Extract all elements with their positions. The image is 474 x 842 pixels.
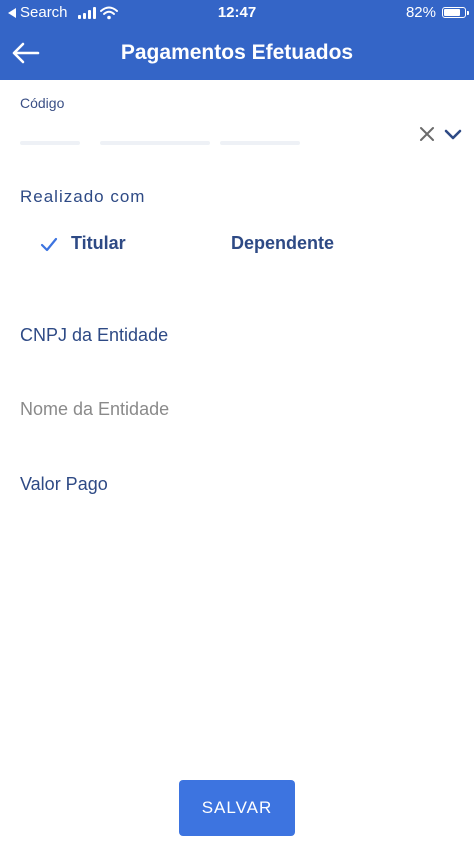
codigo-label: Código	[20, 95, 65, 111]
clear-button[interactable]	[416, 123, 438, 145]
option-dependente-label: Dependente	[231, 233, 335, 253]
battery-icon	[442, 7, 469, 18]
codigo-value-placeholder	[20, 141, 310, 147]
option-dependente[interactable]: Dependente	[231, 230, 371, 260]
realizado-com-label: Realizado com	[20, 187, 146, 206]
check-icon	[40, 237, 58, 252]
status-bar: Search 12:47 82%	[0, 0, 474, 26]
close-icon	[420, 127, 434, 141]
cnpj-input[interactable]	[20, 320, 454, 350]
codigo-select[interactable]	[0, 115, 474, 155]
page-title: Pagamentos Efetuados	[120, 41, 354, 64]
save-button[interactable]: SALVAR	[179, 780, 295, 836]
dropdown-button[interactable]	[441, 123, 465, 145]
chevron-down-icon	[444, 129, 462, 140]
valor-pago-input[interactable]	[20, 469, 454, 499]
status-battery: 82%	[405, 4, 469, 21]
option-titular-label: Titular	[71, 233, 126, 253]
app-bar: Pagamentos Efetuados	[0, 26, 474, 80]
status-time: 12:47	[217, 4, 257, 21]
battery-percent: 82%	[405, 4, 436, 21]
option-titular[interactable]: Titular	[40, 230, 160, 260]
nome-entidade-input	[20, 394, 454, 424]
